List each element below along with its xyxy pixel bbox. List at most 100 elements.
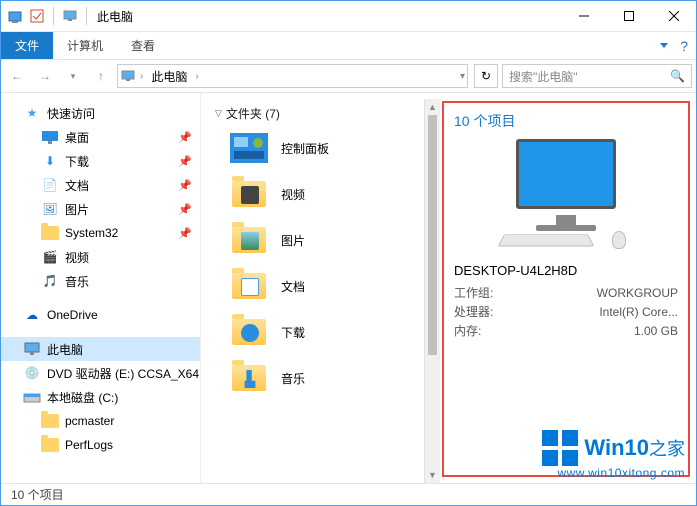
sidebar-item-system32[interactable]: System32📌 <box>1 221 200 245</box>
refresh-button[interactable]: ↻ <box>474 64 498 88</box>
workgroup-label: 工作组: <box>454 284 509 303</box>
chevron-right-icon[interactable]: › <box>195 71 198 82</box>
search-icon[interactable]: 🔍 <box>670 69 685 83</box>
sidebar-label: 本地磁盘 (C:) <box>47 389 118 406</box>
content-scrollbar[interactable]: ▲ ▼ <box>424 99 440 483</box>
star-icon: ★ <box>23 104 41 122</box>
nav-tree: ★快速访问 桌面📌 ⬇下载📌 📄 文档 📌 🖼 图片 📌 System32📌 🎬视频 🎵… <box>1 93 201 483</box>
tab-file[interactable]: 文件 <box>1 32 53 59</box>
cloud-icon: ☁ <box>23 306 41 324</box>
item-label: 图片 <box>281 232 305 249</box>
close-button[interactable] <box>651 1 696 31</box>
search-placeholder: 搜索"此电脑" <box>509 68 578 85</box>
sidebar-label: pcmaster <box>65 414 114 428</box>
video-folder-icon <box>232 181 266 207</box>
music-icon: 🎵 <box>41 272 59 290</box>
pin-icon: 📌 <box>178 131 192 144</box>
item-label: 视频 <box>281 186 305 203</box>
item-label: 控制面板 <box>281 140 329 157</box>
workgroup-value: WORKGROUP <box>509 284 678 303</box>
chevron-right-icon[interactable]: › <box>140 71 143 82</box>
list-item[interactable]: 文档 <box>229 264 424 308</box>
video-icon: 🎬 <box>41 248 59 266</box>
tab-computer[interactable]: 计算机 <box>53 32 117 59</box>
forward-button[interactable]: → <box>33 64 57 88</box>
sidebar-item-onedrive[interactable]: ☁OneDrive <box>1 303 200 327</box>
control-panel-icon <box>230 133 268 163</box>
drive-icon <box>23 388 41 406</box>
group-header[interactable]: ▽文件夹 (7) <box>215 105 424 122</box>
list-item[interactable]: 图片 <box>229 218 424 262</box>
watermark-url: www.win10xitong.com <box>542 466 685 480</box>
windows-logo-icon <box>542 430 578 466</box>
back-button[interactable]: ← <box>5 64 29 88</box>
item-view[interactable]: ▽文件夹 (7) 控制面板 视频 图片 文档 下载 音乐 ▲ ▼ 10 个项目 <box>201 93 696 483</box>
sidebar-item-pictures[interactable]: 🖼 图片 📌 <box>1 197 200 221</box>
sidebar-item-desktop[interactable]: 桌面📌 <box>1 125 200 149</box>
search-input[interactable]: 搜索"此电脑" 🔍 <box>502 64 692 88</box>
minimize-button[interactable] <box>561 1 606 31</box>
pin-icon: 📌 <box>178 155 192 168</box>
sidebar-item-perflogs[interactable]: PerfLogs <box>1 433 200 457</box>
scroll-thumb[interactable] <box>428 115 437 355</box>
collapse-icon[interactable]: ▽ <box>215 108 222 119</box>
watermark: Win10之家 www.win10xitong.com <box>542 430 685 480</box>
address-dropdown-icon[interactable]: ▾ <box>460 71 465 82</box>
picture-icon: 🖼 <box>41 200 59 218</box>
processor-value: Intel(R) Core... <box>509 303 678 322</box>
computer-illustration <box>496 139 636 249</box>
window-title: 此电脑 <box>97 8 133 25</box>
tab-view[interactable]: 查看 <box>117 32 169 59</box>
folder-icon <box>41 412 59 430</box>
list-item[interactable]: 视频 <box>229 172 424 216</box>
sidebar-item-music[interactable]: 🎵 音乐 <box>1 269 200 293</box>
pc-small-icon <box>60 6 80 26</box>
document-folder-icon <box>232 273 266 299</box>
maximize-button[interactable] <box>606 1 651 31</box>
pc-icon <box>120 68 136 84</box>
list-item[interactable]: 控制面板 <box>229 126 424 170</box>
details-title: 10 个项目 <box>454 111 678 131</box>
sidebar-item-downloads[interactable]: ⬇下载📌 <box>1 149 200 173</box>
help-button[interactable]: ? <box>680 38 688 54</box>
sidebar-label: DVD 驱动器 (E:) CCSA_X64 <box>47 365 199 382</box>
folder-icon <box>41 436 59 454</box>
folder-icon <box>41 224 59 242</box>
sidebar-item-pcmaster[interactable]: pcmaster <box>1 409 200 433</box>
memory-label: 内存: <box>454 322 509 341</box>
status-text: 10 个项目 <box>11 486 64 503</box>
scroll-up-icon[interactable]: ▲ <box>425 99 440 115</box>
sidebar-item-quickaccess[interactable]: ★快速访问 <box>1 101 200 125</box>
memory-value: 1.00 GB <box>509 322 678 341</box>
sidebar-label: 音乐 <box>65 273 89 290</box>
recent-dropdown[interactable]: ▾ <box>61 64 85 88</box>
scroll-down-icon[interactable]: ▼ <box>425 467 440 483</box>
status-bar: 10 个项目 <box>1 483 696 505</box>
list-item[interactable]: 音乐 <box>229 356 424 400</box>
document-icon: 📄 <box>41 176 59 194</box>
sidebar-item-dvd[interactable]: 💿DVD 驱动器 (E:) CCSA_X64 <box>1 361 200 385</box>
list-item[interactable]: 下载 <box>229 310 424 354</box>
item-label: 文档 <box>281 278 305 295</box>
pin-icon: 📌 <box>178 179 192 192</box>
item-label: 下载 <box>281 324 305 341</box>
pin-icon: 📌 <box>178 227 192 240</box>
sidebar-item-documents[interactable]: 📄 文档 📌 <box>1 173 200 197</box>
address-bar[interactable]: › 此电脑 › ▾ <box>117 64 468 88</box>
sidebar-item-videos[interactable]: 🎬视频 <box>1 245 200 269</box>
details-pane: 10 个项目 DESKTOP-U4L2H8D 工作组:WORKGROUP 处理器… <box>442 101 690 477</box>
sidebar-item-thispc[interactable]: 此电脑 <box>1 337 200 361</box>
app-icon <box>5 6 25 26</box>
pin-icon: 📌 <box>178 203 192 216</box>
ribbon-expand-icon[interactable] <box>660 43 668 48</box>
picture-folder-icon <box>232 227 266 253</box>
sidebar-item-localdisk[interactable]: 本地磁盘 (C:) <box>1 385 200 409</box>
sidebar-label: 文档 <box>65 177 89 194</box>
qat-properties-icon[interactable] <box>27 6 47 26</box>
up-button[interactable]: ↑ <box>89 64 113 88</box>
computer-name: DESKTOP-U4L2H8D <box>454 263 678 278</box>
sidebar-label: 图片 <box>65 201 89 218</box>
breadcrumb[interactable]: 此电脑 <box>147 68 191 85</box>
sidebar-label: PerfLogs <box>65 438 113 452</box>
item-label: 音乐 <box>281 370 305 387</box>
